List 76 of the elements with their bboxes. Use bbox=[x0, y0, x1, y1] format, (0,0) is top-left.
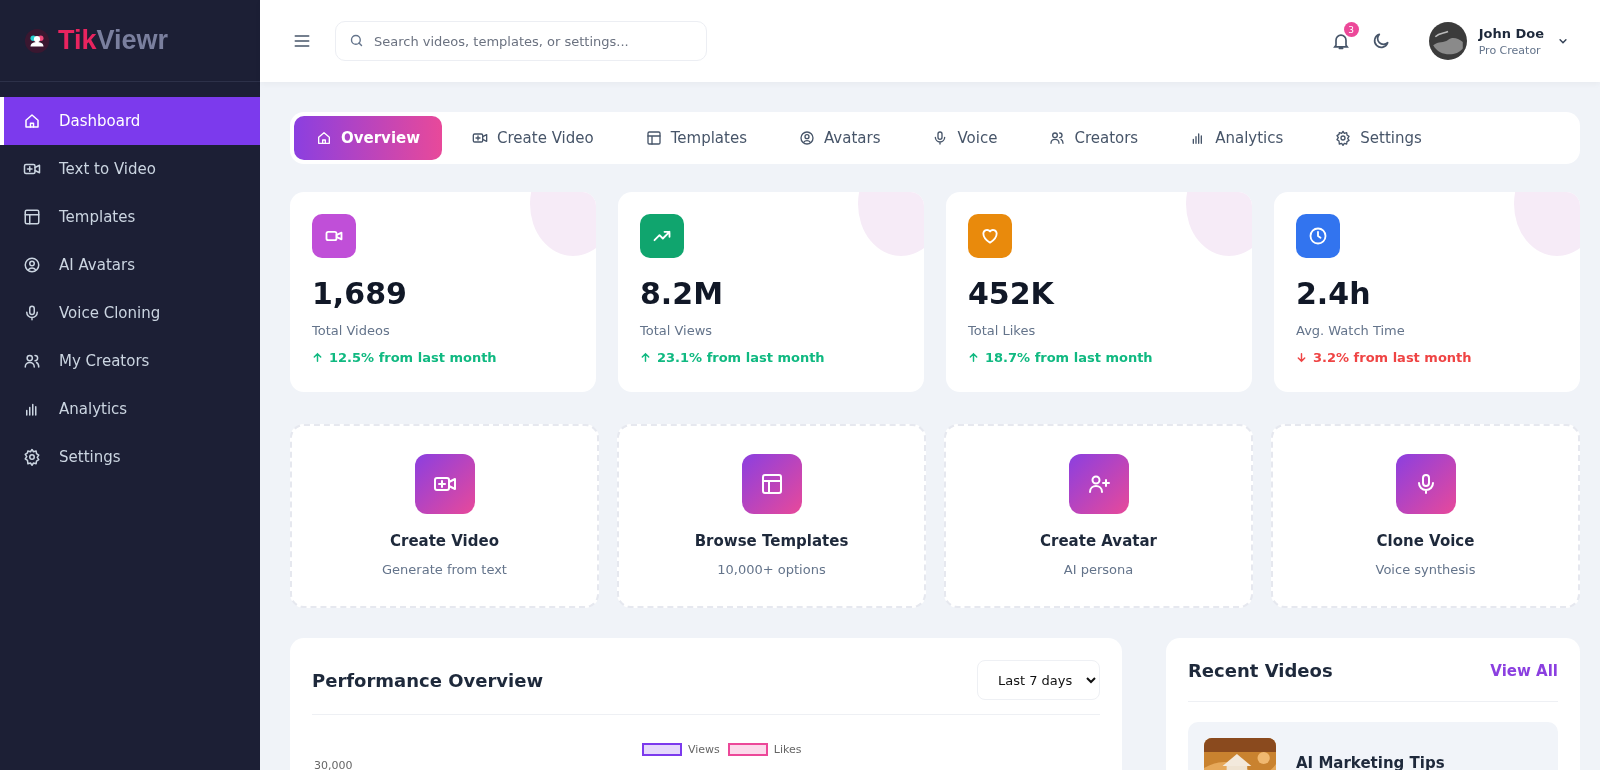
range-select[interactable]: Last 7 days bbox=[977, 660, 1100, 700]
tab[interactable]: Create Video bbox=[450, 116, 616, 160]
user-role: Pro Creator bbox=[1478, 43, 1542, 57]
home-icon bbox=[316, 130, 332, 146]
layout-icon bbox=[741, 454, 802, 514]
sidebar-item[interactable]: Analytics bbox=[0, 385, 260, 433]
sidebar-item[interactable]: Text to Video bbox=[0, 145, 260, 193]
stat-label: Total Likes bbox=[968, 323, 1037, 338]
user-name: John Doe bbox=[1478, 25, 1544, 41]
action-subtitle: Generate from text bbox=[382, 562, 507, 577]
quick-action-card[interactable]: Browse Templates 10,000+ options bbox=[617, 424, 926, 608]
stat-value: 2.4h bbox=[1296, 276, 1372, 311]
arrow-down-icon bbox=[1296, 352, 1307, 363]
tab[interactable]: Templates bbox=[623, 116, 769, 160]
card-title: Recent Videos bbox=[1188, 660, 1333, 681]
tab[interactable]: Overview bbox=[294, 116, 443, 160]
quick-action-card[interactable]: Clone Voice Voice synthesis bbox=[1271, 424, 1580, 608]
action-title: Create Avatar bbox=[1040, 532, 1157, 550]
sidebar-item[interactable]: My Creators bbox=[0, 337, 260, 385]
brand-name: TikViewr bbox=[58, 25, 169, 56]
tab[interactable]: Voice bbox=[910, 116, 1020, 160]
tab[interactable]: Avatars bbox=[776, 116, 903, 160]
video-plus-icon bbox=[414, 454, 475, 514]
stat-label: Total Videos bbox=[312, 323, 391, 338]
quick-action-card[interactable]: Create Video Generate from text bbox=[290, 424, 599, 608]
action-subtitle: AI persona bbox=[1063, 562, 1134, 577]
stat-value: 1,689 bbox=[312, 276, 408, 311]
tab[interactable]: Settings bbox=[1313, 116, 1444, 160]
stat-label: Avg. Watch Time bbox=[1296, 323, 1406, 338]
search-icon bbox=[349, 33, 364, 48]
tab[interactable]: Creators bbox=[1027, 116, 1161, 160]
sidebar-item[interactable]: Templates bbox=[0, 193, 260, 241]
quick-action-card[interactable]: Create Avatar AI persona bbox=[944, 424, 1253, 608]
sidebar-item[interactable]: Voice Cloning bbox=[0, 289, 260, 337]
mic-icon bbox=[23, 304, 41, 322]
axis-label: 30,000 bbox=[314, 759, 353, 770]
home-icon bbox=[23, 112, 41, 130]
arrow-up-icon bbox=[640, 352, 651, 363]
user-plus-icon bbox=[1068, 454, 1129, 514]
video-plus-icon bbox=[472, 130, 489, 146]
legend-label: Likes bbox=[773, 743, 802, 756]
user-circle-icon bbox=[798, 130, 815, 146]
stat-change: 23.1% from last month bbox=[657, 350, 825, 365]
tab[interactable]: Analytics bbox=[1168, 116, 1306, 160]
action-title: Browse Templates bbox=[694, 532, 849, 550]
stat-value: 8.2M bbox=[640, 276, 724, 311]
action-subtitle: 10,000+ options bbox=[717, 562, 826, 577]
arrow-up-icon bbox=[312, 352, 323, 363]
sidebar-item[interactable]: Settings bbox=[0, 433, 260, 481]
users-icon bbox=[1049, 130, 1066, 146]
layout-icon bbox=[645, 130, 662, 146]
notification-badge: 3 bbox=[1343, 22, 1359, 37]
stat-change: 18.7% from last month bbox=[985, 350, 1153, 365]
action-title: Create Video bbox=[390, 532, 499, 550]
gear-icon bbox=[1335, 130, 1352, 146]
legend-label: Views bbox=[688, 743, 720, 756]
stat-label: Total Views bbox=[640, 323, 714, 338]
view-all-link[interactable]: View All bbox=[1490, 661, 1558, 680]
action-title: Clone Voice bbox=[1376, 532, 1475, 550]
card-title: Performance Overview bbox=[312, 669, 544, 691]
stat-value: 452K bbox=[968, 276, 1056, 311]
users-icon bbox=[23, 352, 41, 370]
action-subtitle: Voice synthesis bbox=[1375, 562, 1476, 577]
layout-icon bbox=[23, 208, 41, 226]
search-field[interactable]: Search videos, templates, or settings... bbox=[335, 21, 707, 61]
avatar[interactable] bbox=[1428, 22, 1467, 60]
arrow-up-icon bbox=[968, 352, 979, 363]
mic-icon bbox=[1395, 454, 1456, 514]
stat-change: 3.2% from last month bbox=[1313, 350, 1472, 365]
user-circle-icon bbox=[23, 256, 41, 274]
logo-icon bbox=[24, 27, 50, 54]
sidebar-item[interactable]: Dashboard bbox=[0, 97, 260, 145]
gear-icon bbox=[23, 448, 41, 466]
stat-change: 12.5% from last month bbox=[329, 350, 497, 365]
sidebar-item[interactable]: AI Avatars bbox=[0, 241, 260, 289]
bell-icon[interactable] bbox=[1330, 31, 1351, 51]
